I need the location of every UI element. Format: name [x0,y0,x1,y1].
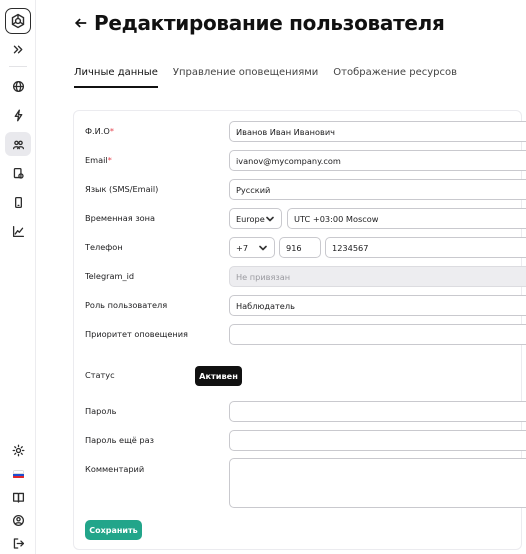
phone-icon[interactable] [5,190,31,214]
language-value: Русский [236,184,271,195]
expand-icon[interactable] [5,37,31,61]
sidebar-divider [9,66,27,67]
phone-country-value: +7 [236,242,249,253]
priority-label: Приоритет оповещения [85,329,188,339]
page-title: Редактирование пользователя [94,11,445,35]
phone-area-input[interactable]: 916 [279,237,321,258]
timezone-zone-select[interactable]: UTC +03:00 Moscow [287,208,526,229]
chart-icon[interactable] [5,219,31,243]
main-content: Редактирование пользователя Личные данны… [36,0,526,554]
sidebar [0,0,36,554]
phone-number-input[interactable]: 1234567 [325,237,526,258]
email-input[interactable]: ivanov@mycompany.com [229,150,526,171]
form-card: Ф.И.О* Иванов Иван Иванович Email* ivano… [73,110,526,550]
fio-input[interactable]: Иванов Иван Иванович [229,121,526,142]
users-icon[interactable] [5,132,31,156]
role-select[interactable]: Наблюдатель [229,295,526,316]
password-repeat-label: Пароль ещё раз [85,435,154,445]
back-arrow-icon[interactable] [74,15,90,31]
priority-select[interactable] [229,324,526,345]
fio-label: Ф.И.О* [85,126,114,136]
flag-ru-icon[interactable] [5,462,31,486]
logo-icon[interactable] [5,8,31,34]
email-label: Email* [85,155,112,165]
password-repeat-input[interactable] [229,430,526,451]
password-input[interactable] [229,401,526,422]
role-label: Роль пользователя [85,300,168,310]
comment-label: Комментарий [85,464,145,474]
title-row: Редактирование пользователя [74,11,445,35]
tab-notifications[interactable]: Управление оповещениями [173,67,318,88]
lightning-icon[interactable] [5,103,31,127]
role-value: Наблюдатель [236,300,295,311]
tabs: Личные данные Управление оповещениями От… [74,67,472,88]
phone-country-select[interactable]: +7 [229,237,275,258]
timezone-zone-value: UTC +03:00 Moscow [294,213,379,224]
chevron-down-icon [259,244,267,252]
telegram-label: Telegram_id [85,271,135,281]
globe-icon[interactable] [5,74,31,98]
status-badge[interactable]: Активен [195,366,242,386]
timezone-label: Временная зона [85,213,156,223]
password-label: Пароль [85,406,117,416]
language-label: Язык (SMS/Email) [85,184,159,194]
phone-label: Телефон [85,242,123,252]
timezone-region-select[interactable]: Europe [229,208,282,229]
telegram-input: Не привязан [229,266,526,287]
device-icon[interactable] [5,161,31,185]
user-circle-icon[interactable] [5,508,31,532]
tab-personal-data[interactable]: Личные данные [74,67,158,88]
logout-icon[interactable] [5,531,31,554]
comment-textarea[interactable] [229,458,526,508]
book-icon[interactable] [5,485,31,509]
sun-icon[interactable] [5,438,31,462]
timezone-region-value: Europe [236,213,265,224]
chevron-down-icon [266,215,274,223]
language-select[interactable]: Русский [229,179,526,200]
status-label: Статус [85,370,115,380]
tab-resources[interactable]: Отображение ресурсов [333,67,457,88]
save-button[interactable]: Сохранить [85,520,142,540]
